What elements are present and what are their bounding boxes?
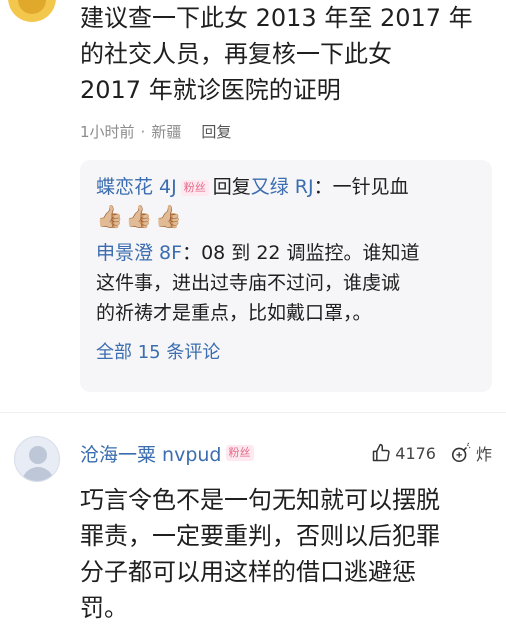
comment-line: 巧言令色不是一句无知就可以摆脱: [80, 486, 440, 514]
fan-badge: 粉丝: [180, 179, 209, 196]
reply-button[interactable]: 回复: [201, 121, 231, 142]
comment-line: 罪责，一定要重判，否则以后犯罪: [80, 522, 440, 550]
comment-line: 的社交人员，再复核一下此女: [80, 40, 392, 68]
comment-body: 建议查一下此女 2013 年至 2017 年 的社交人员，再复核一下此女 201…: [80, 0, 490, 108]
comment-line: 建议查一下此女 2013 年至 2017 年: [80, 4, 473, 32]
default-user-avatar[interactable]: [14, 436, 60, 482]
reply-text-line: 的祈祷才是重点，比如戴口罩，。: [96, 302, 372, 324]
thumbs-up-emoji: 👍🏼👍🏼👍🏼: [96, 205, 185, 230]
fan-badge: 粉丝: [225, 445, 254, 461]
comment-username[interactable]: 沧海一粟 nvpud: [80, 440, 222, 467]
comment-meta: 1小时前 · 新疆 回复: [80, 121, 231, 142]
bomb-icon: [450, 442, 472, 464]
reply-text: ：一针见血: [313, 176, 409, 198]
reply-text: ：08 到 22 调监控。谁知道: [182, 242, 420, 264]
comment-header: 沧海一粟 nvpud 粉丝 4176 炸: [80, 440, 492, 466]
reply-word: 回复: [212, 176, 251, 198]
comment-body: 巧言令色不是一句无知就可以摆脱 罪责，一定要重判，否则以后犯罪 分子都可以用这样…: [80, 482, 490, 626]
reply-text-line: 这件事，进出过寺庙不过问，谁虔诚: [96, 272, 401, 294]
divider: [0, 412, 506, 413]
reply-username[interactable]: 蝶恋花 4J: [96, 176, 177, 198]
comment-line: 分子都可以用这样的借口逃避惩: [80, 558, 416, 586]
reply-item[interactable]: 申景澄 8F：08 到 22 调监控。谁知道: [96, 238, 476, 268]
avatar-head-shape: [29, 446, 47, 464]
replies-panel: 蝶恋花 4J 粉丝 回复又绿 RJ：一针见血 👍🏼👍🏼👍🏼 申景澄 8F：08 到 …: [80, 160, 492, 392]
avatar[interactable]: [8, 0, 56, 22]
reply-target-username[interactable]: 又绿 RJ: [251, 176, 314, 198]
reply-item[interactable]: 蝶恋花 4J 粉丝 回复又绿 RJ：一针见血: [96, 172, 476, 202]
comment-line: 罚。: [80, 594, 128, 622]
bomb-label: 炸: [475, 445, 492, 464]
location: 新疆: [151, 123, 182, 141]
reply-username[interactable]: 申景澄 8F: [96, 242, 182, 264]
like-count: 4176: [395, 443, 436, 463]
see-all-replies-link[interactable]: 全部 15 条评论: [96, 338, 476, 364]
comment-actions: 4176 炸: [371, 441, 492, 465]
thumbs-up-outline-icon: [371, 443, 391, 463]
meta-dot: ·: [140, 122, 146, 141]
comment-line: 2017 年就诊医院的证明: [80, 76, 341, 104]
bomb-button[interactable]: 炸: [450, 441, 492, 465]
like-button[interactable]: 4176: [371, 443, 436, 463]
timestamp: 1小时前: [80, 123, 135, 141]
avatar-body-shape: [22, 467, 54, 481]
